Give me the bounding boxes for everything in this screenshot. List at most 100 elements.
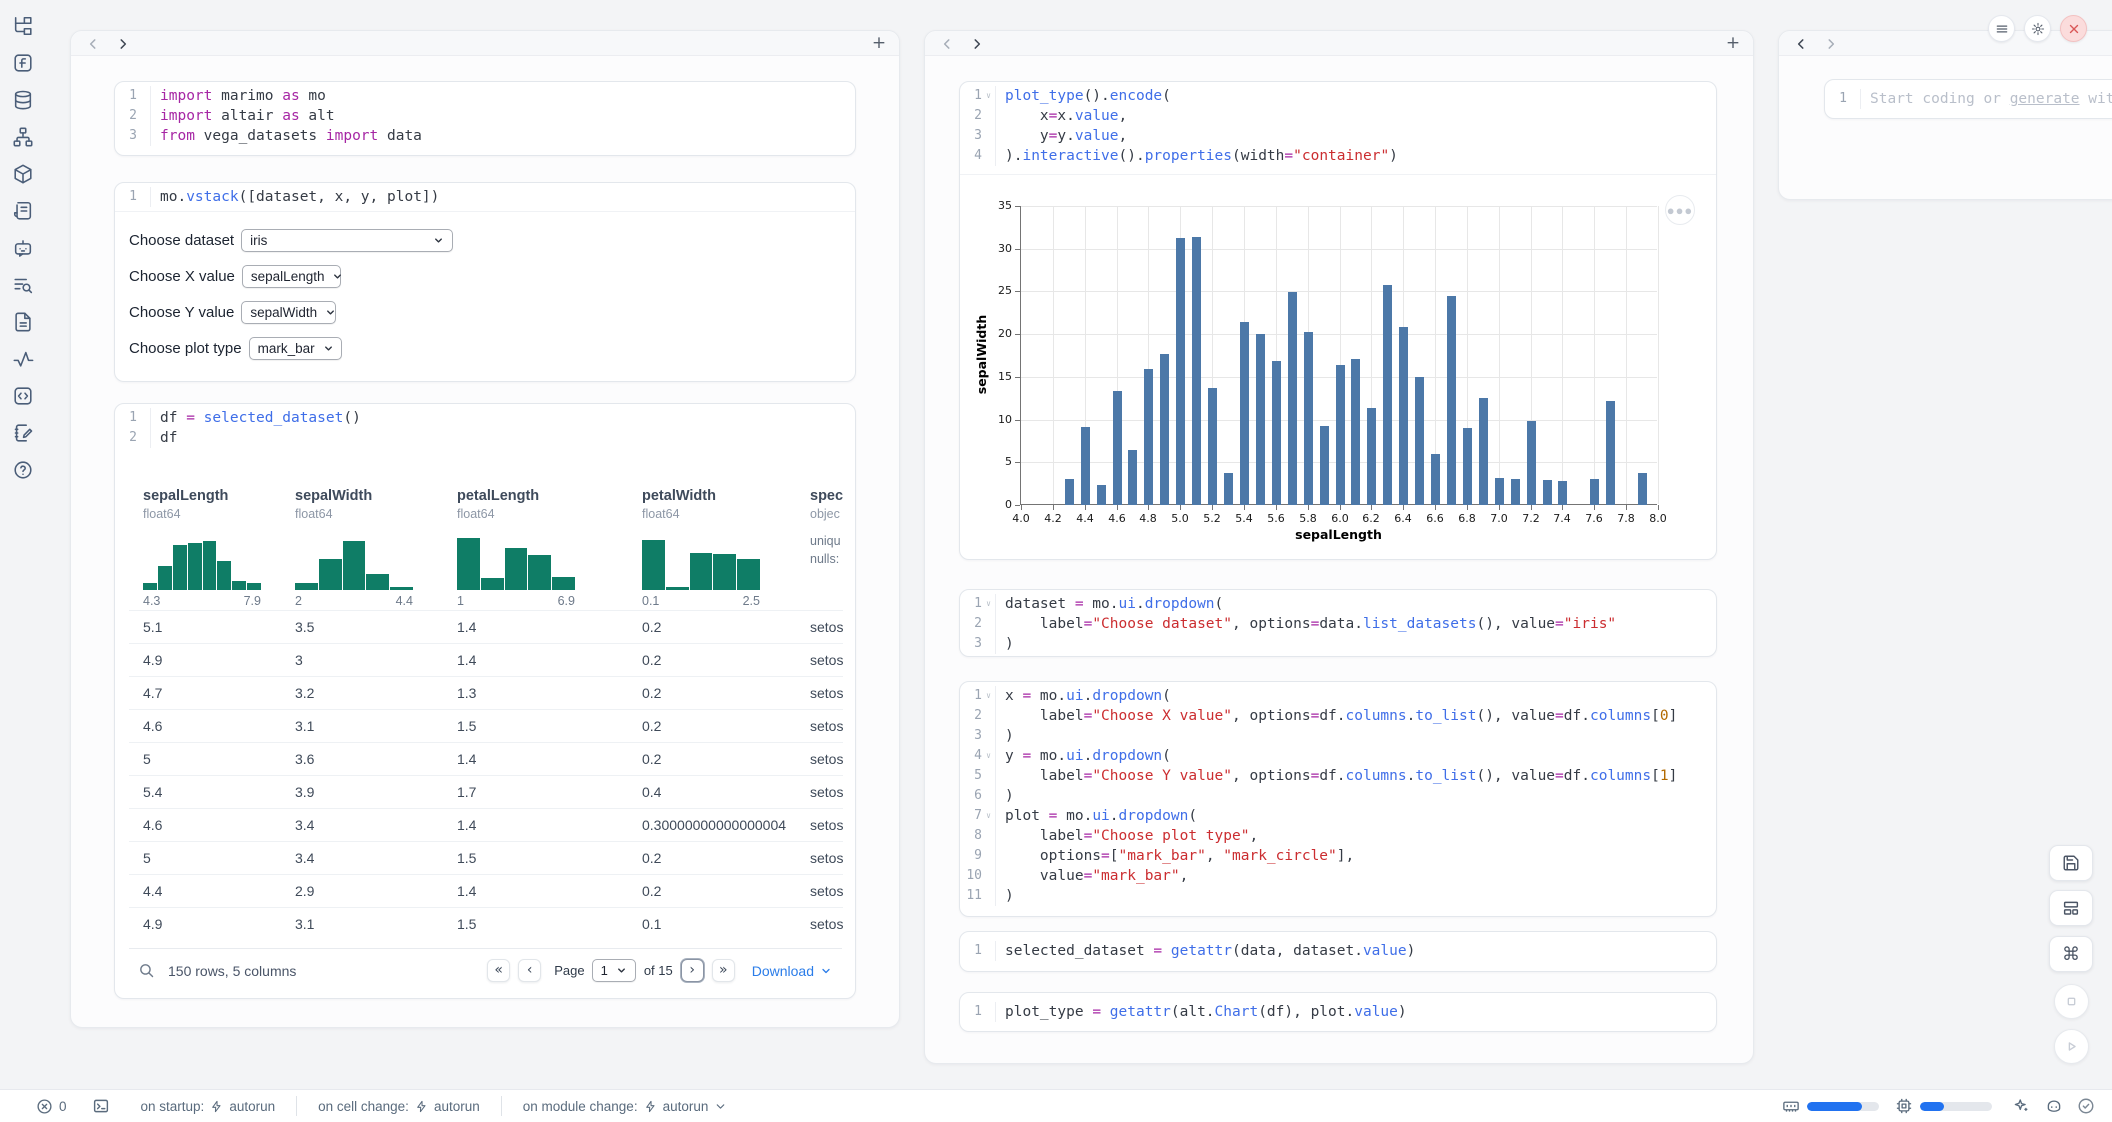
search-icon[interactable] <box>138 962 155 979</box>
chart-bar <box>1590 479 1599 505</box>
keyboard-shortcuts-button[interactable]: ⌘ <box>2049 936 2093 972</box>
fold-chevron-icon[interactable]: ∨ <box>982 746 995 766</box>
line-number: 4 <box>960 146 982 166</box>
code-editor-imports[interactable]: 1import marimo as mo2import altair as al… <box>115 82 855 150</box>
database-icon[interactable] <box>11 88 35 112</box>
terminal-button[interactable] <box>92 1097 110 1115</box>
chart-bar <box>1638 473 1647 505</box>
cell-dataframe: 1df = selected_dataset()2df sepalLengthf… <box>114 403 856 999</box>
scratchpad-icon[interactable] <box>11 421 35 445</box>
column-right-arrow[interactable] <box>1821 34 1841 54</box>
layout-grid-icon <box>2062 899 2080 917</box>
code-editor-dataset[interactable]: 1∨dataset = mo.ui.dropdown(2 label="Choo… <box>960 590 1716 657</box>
copilot-icon[interactable] <box>2045 1097 2063 1115</box>
save-button[interactable] <box>2049 845 2093 881</box>
dataframe-table: sepalLengthfloat644.37.9sepalWidthfloat6… <box>129 488 843 944</box>
dropdown-choose-dataset[interactable]: iris <box>241 229 453 252</box>
next-page-button[interactable]: › <box>681 959 704 982</box>
packages-icon[interactable] <box>11 162 35 186</box>
chart-bar <box>1415 377 1424 505</box>
column-left-arrow[interactable] <box>83 34 103 54</box>
connection-status-icon[interactable] <box>2077 1097 2095 1115</box>
last-page-button[interactable]: » <box>712 959 735 982</box>
column-header[interactable]: petalLengthfloat6416.9 <box>457 488 642 521</box>
layout-button[interactable] <box>2049 890 2093 926</box>
code-editor-widgets[interactable]: 1∨x = mo.ui.dropdown(2 label="Choose X v… <box>960 682 1716 910</box>
run-button[interactable] <box>2054 1029 2089 1064</box>
table-footer: 150 rows, 5 columns « ‹ Page 1 of 15 › »… <box>129 948 842 992</box>
column-header[interactable]: speciobjecuniqunulls: <box>810 488 843 521</box>
list-search-icon[interactable] <box>11 273 35 297</box>
column-left-arrow[interactable] <box>937 34 957 54</box>
column-histogram <box>642 534 760 590</box>
column-right-arrow[interactable] <box>967 34 987 54</box>
chart-bar <box>1288 292 1297 505</box>
chart-bar <box>1065 479 1074 505</box>
chart-plot-area[interactable]: 051015202530354.04.24.44.64.85.05.25.45.… <box>1020 206 1657 505</box>
chevron-down-icon <box>616 965 627 976</box>
chart-bar <box>1240 322 1249 505</box>
chart-actions-button[interactable]: ●●● <box>1665 195 1695 225</box>
code-editor-chart[interactable]: 1∨plot_type().encode(2 x=x.value,3 y=y.v… <box>960 82 1716 170</box>
marimo-app: + 1import marimo as mo2import altair as … <box>0 0 2112 1122</box>
snippets-icon[interactable] <box>11 384 35 408</box>
shutdown-button[interactable] <box>2060 15 2087 42</box>
runtime-config-item[interactable]: on startup:autorun <box>120 1096 297 1116</box>
column-header[interactable]: petalWidthfloat640.12.5 <box>642 488 810 521</box>
dropdown-choose-y-value[interactable]: sepalWidth <box>241 301 336 324</box>
column-header[interactable]: sepalLengthfloat644.37.9 <box>143 488 295 521</box>
line-number: 1 <box>960 686 982 706</box>
dropdown-choose-x-value[interactable]: sepalLength <box>242 265 341 288</box>
table-row: 5.13.51.40.2setos <box>129 610 843 643</box>
column-left-arrow[interactable] <box>1791 34 1811 54</box>
fold-chevron-icon[interactable]: ∨ <box>982 594 995 614</box>
download-button[interactable]: Download <box>752 963 832 979</box>
runtime-config-item[interactable]: on cell change:autorun <box>296 1096 501 1116</box>
cpu-usage-meter[interactable] <box>1920 1102 1992 1111</box>
generate-link[interactable]: generate <box>2010 91 2080 107</box>
line-number: 2 <box>115 106 137 126</box>
altair-chart: 051015202530354.04.24.44.64.85.05.25.45.… <box>960 174 1716 559</box>
runtime-config-item[interactable]: on module change:autorun <box>501 1096 749 1116</box>
stop-button[interactable] <box>2054 984 2089 1019</box>
tracing-icon[interactable] <box>11 347 35 371</box>
line-number: 4 <box>960 746 982 766</box>
error-indicator[interactable]: 0 <box>36 1098 67 1115</box>
code-editor-vstack[interactable]: 1mo.vstack([dataset, x, y, plot]) <box>115 183 855 211</box>
logs-icon[interactable] <box>11 199 35 223</box>
functions-icon[interactable] <box>11 51 35 75</box>
first-page-button[interactable]: « <box>487 959 510 982</box>
add-cell-button[interactable]: + <box>869 33 889 53</box>
column-right-arrow[interactable] <box>113 34 133 54</box>
fold-chevron-icon[interactable]: ∨ <box>982 806 995 826</box>
add-cell-button[interactable]: + <box>1723 33 1743 53</box>
file-tree-icon[interactable] <box>11 14 35 38</box>
line-number: 11 <box>960 886 982 906</box>
prev-page-button[interactable]: ‹ <box>518 959 541 982</box>
memory-usage-meter[interactable] <box>1807 1102 1879 1111</box>
fold-chevron-icon[interactable]: ∨ <box>982 686 995 706</box>
code-editor-plottype[interactable]: 1plot_type = getattr(alt.Chart(df), plot… <box>960 993 1716 1031</box>
stop-icon <box>2063 993 2080 1010</box>
settings-button[interactable] <box>2024 15 2051 42</box>
document-icon[interactable] <box>11 310 35 334</box>
control-row: Choose datasetiris <box>129 222 855 258</box>
dependency-graph-icon[interactable] <box>11 125 35 149</box>
dropdown-choose-plot-type[interactable]: mark_bar <box>249 337 342 360</box>
fold-chevron-icon[interactable]: ∨ <box>982 86 995 106</box>
chat-bot-icon[interactable] <box>11 236 35 260</box>
ai-sparkles-icon[interactable] <box>2012 1097 2030 1115</box>
code-editor-selected[interactable]: 1selected_dataset = getattr(data, datase… <box>960 932 1716 970</box>
line-number: 8 <box>960 826 982 846</box>
column-header[interactable]: sepalWidthfloat6424.4 <box>295 488 457 521</box>
line-number: 5 <box>960 766 982 786</box>
page-select[interactable]: 1 <box>592 959 636 982</box>
table-row: 4.63.11.50.2setos <box>129 709 843 742</box>
table-row: 53.61.40.2setos <box>129 742 843 775</box>
help-icon[interactable] <box>11 458 35 482</box>
menu-button[interactable] <box>1988 15 2015 42</box>
empty-cell-placeholder[interactable]: Start coding or generate with <box>1860 89 2112 109</box>
code-editor-df[interactable]: 1df = selected_dataset()2df <box>115 404 855 452</box>
chart-bar <box>1558 481 1567 505</box>
chevron-down-icon <box>332 271 343 282</box>
